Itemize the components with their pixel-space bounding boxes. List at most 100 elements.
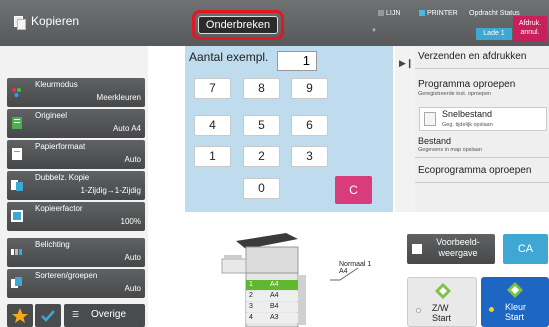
- copy-icon: [14, 15, 26, 30]
- quick-file-icon: [424, 112, 436, 126]
- key-0[interactable]: 0: [243, 178, 280, 199]
- color-start-button[interactable]: Kleur Start: [481, 277, 549, 327]
- setting-value: Auto: [124, 155, 141, 164]
- cancel-print-line1: Afdruk.: [518, 20, 542, 27]
- divider: [415, 157, 549, 158]
- eco-program[interactable]: Ecoprogramma oproepen: [418, 165, 531, 176]
- line-status-icon: [378, 10, 384, 17]
- key-3[interactable]: 3: [291, 146, 328, 167]
- recall-program[interactable]: Programma oproepen Geregistreerde inst. …: [418, 79, 515, 97]
- clear-button[interactable]: C: [335, 176, 372, 204]
- send-and-print[interactable]: Verzenden en afdrukken: [418, 51, 526, 62]
- file-store-sub: Gegevens in map opslaan: [418, 147, 482, 153]
- setting-label: Origineel: [35, 111, 68, 120]
- paper-size-icon: [12, 148, 22, 160]
- setting-label: Belichting: [35, 240, 70, 249]
- key-7[interactable]: 7: [194, 78, 231, 99]
- setting-label: Dubbelz. Kopie: [35, 173, 90, 182]
- quick-file[interactable]: Snelbestand Geg. tijdelijk opslaan: [419, 107, 547, 131]
- duplex-icon: [11, 180, 23, 191]
- setting-sort[interactable]: Sorteren/groepen Auto: [7, 269, 145, 298]
- setting-value: Auto: [124, 284, 141, 293]
- other-label: Overige: [91, 309, 127, 320]
- check-button[interactable]: [35, 304, 61, 327]
- setting-label: Papierformaat: [35, 142, 86, 151]
- recall-program-sub: Geregistreerde inst. oproepen: [418, 91, 492, 97]
- star-icon: [12, 308, 28, 323]
- line-status: LIJN: [378, 10, 400, 17]
- sort-icon: [11, 277, 22, 288]
- tray-row[interactable]: 2 A4: [246, 291, 298, 301]
- setting-paper-size[interactable]: Papierformaat Auto: [7, 140, 145, 169]
- tray-button[interactable]: Lade 1: [476, 28, 512, 40]
- divider: [415, 68, 549, 69]
- printer-status: PRINTER: [419, 10, 458, 17]
- tray-callout-type: Normaal 1: [339, 261, 372, 268]
- dropdown-icon: ▼: [371, 28, 377, 34]
- key-6[interactable]: 6: [291, 115, 328, 136]
- setting-value: Meerkleuren: [96, 93, 141, 102]
- key-8[interactable]: 8: [243, 78, 280, 99]
- start-diamond-icon: [435, 283, 451, 299]
- key-2[interactable]: 2: [243, 146, 280, 167]
- zoom-icon: [11, 210, 23, 222]
- tray-callout-size: A4: [339, 268, 348, 275]
- checkmark-icon: [41, 310, 55, 322]
- setting-value: Auto A4: [112, 124, 141, 133]
- setting-value: 1-Zijdig→1-Zijdig: [80, 186, 141, 195]
- setting-zoom[interactable]: Kopieerfactor 100%: [7, 202, 145, 231]
- copies-field[interactable]: 1: [277, 51, 317, 71]
- key-9[interactable]: 9: [291, 78, 328, 99]
- color-start-label: Kleur Start: [505, 302, 527, 322]
- setting-value: 100%: [120, 217, 141, 226]
- setting-color-mode[interactable]: Kleurmodus Meerkleuren: [7, 78, 145, 107]
- app-title: Kopieren: [14, 14, 80, 30]
- file-store-title: Bestand: [418, 136, 452, 146]
- bw-start-label: Z/W Start: [432, 303, 452, 323]
- cancel-print-button[interactable]: Afdruk. annul.: [513, 16, 547, 42]
- menu-icon: ☰: [72, 310, 80, 319]
- tray-row[interactable]: 3 B4: [246, 302, 298, 312]
- color-indicator-icon: [489, 307, 494, 312]
- other-button[interactable]: ☰ Overige: [64, 304, 145, 327]
- start-diamond-icon: [507, 282, 523, 298]
- quick-file-sub: Geg. tijdelijk opslaan: [442, 122, 493, 128]
- interrupt-highlight: Onderbreken: [192, 10, 284, 40]
- job-status[interactable]: Opdracht Status: [469, 10, 520, 17]
- setting-original[interactable]: Origineel Auto A4: [7, 109, 145, 138]
- printer-status-icon: [419, 10, 425, 17]
- file-store[interactable]: Bestand Gegevens in map opslaan: [418, 136, 482, 153]
- panel-toggle[interactable]: ▶❙: [395, 46, 415, 212]
- preview-button[interactable]: Voorbeeld- weergave: [407, 234, 495, 264]
- bw-start-button[interactable]: Z/W Start: [407, 277, 477, 327]
- color-mode-icon: [12, 88, 21, 97]
- favorite-button[interactable]: [7, 304, 33, 327]
- tray-row[interactable]: 1 A4: [246, 280, 298, 290]
- tray-callout: Normaal 1 A4: [339, 261, 371, 275]
- setting-label: Kopieerfactor: [35, 204, 83, 213]
- interrupt-button[interactable]: Onderbreken: [198, 16, 278, 34]
- ca-button[interactable]: CA: [503, 234, 548, 264]
- setting-duplex[interactable]: Dubbelz. Kopie 1-Zijdig→1-Zijdig: [7, 171, 145, 200]
- setting-label: Sorteren/groepen: [35, 271, 98, 280]
- action-panel: Verzenden en afdrukken Programma oproepe…: [415, 46, 549, 212]
- tray-row[interactable]: 4 A3: [246, 313, 298, 323]
- collapse-arrow-icon: ▶❙: [399, 58, 414, 68]
- cancel-print-line2: annul.: [520, 29, 540, 36]
- quick-file-title: Snelbestand: [442, 109, 493, 119]
- exposure-icon: [11, 249, 22, 255]
- bw-indicator-icon: [416, 308, 421, 313]
- paper-trays: 1 A4 2 A4 3 B4 4 A3: [246, 280, 298, 327]
- key-1[interactable]: 1: [194, 146, 231, 167]
- app-title-label: Kopieren: [31, 14, 80, 28]
- setting-label: Kleurmodus: [35, 80, 78, 89]
- setting-value: Auto: [124, 253, 141, 262]
- preview-icon: [412, 244, 422, 254]
- recall-program-title: Programma oproepen: [418, 79, 516, 90]
- key-5[interactable]: 5: [243, 115, 280, 136]
- divider: [415, 182, 549, 183]
- copies-keypad: Aantal exempl. 1 7 8 9 4 5 6 1 2 3 0 C: [185, 46, 393, 212]
- copies-label: Aantal exempl.: [189, 50, 269, 64]
- key-4[interactable]: 4: [194, 115, 231, 136]
- setting-exposure[interactable]: Belichting Auto: [7, 238, 145, 267]
